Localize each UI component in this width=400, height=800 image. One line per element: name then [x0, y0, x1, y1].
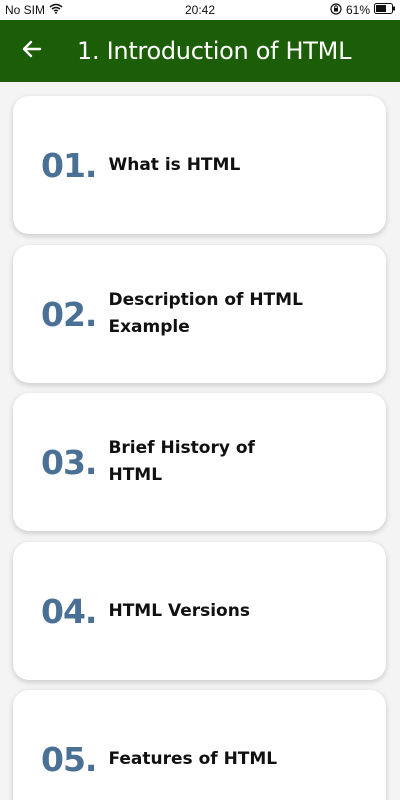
item-number: 05. [41, 739, 97, 779]
status-bar: No SIM 20:42 61% [0, 0, 400, 20]
list-item-3[interactable]: 03. Brief History of HTML [13, 393, 386, 531]
arrow-left-icon [22, 40, 42, 63]
list-item-1[interactable]: 01. What is HTML [13, 96, 386, 234]
list-item-2[interactable]: 02. Description of HTML Example [13, 245, 386, 383]
page-title: 1. Introduction of HTML [77, 37, 352, 65]
battery-percent: 61% [345, 3, 370, 17]
item-label: Description of HTML Example [108, 290, 303, 337]
lesson-list[interactable]: 01. What is HTML 02. Description of HTML… [0, 82, 400, 800]
wifi-icon [49, 3, 63, 17]
battery-icon [374, 3, 396, 17]
list-item-4[interactable]: 04. HTML Versions [13, 542, 386, 680]
list-item-5[interactable]: 05. Features of HTML [13, 690, 386, 800]
item-number: 04. [41, 591, 97, 631]
carrier-label: No SIM [5, 3, 46, 17]
back-button[interactable] [15, 34, 49, 68]
rotation-lock-icon [330, 2, 342, 18]
item-label: Brief History of HTML [108, 438, 255, 485]
item-number: 01. [41, 145, 97, 185]
item-number: 03. [41, 442, 97, 482]
item-label: Features of HTML [108, 748, 278, 769]
status-right: 61% [330, 2, 400, 18]
app-bar: 1. Introduction of HTML [0, 20, 400, 82]
item-number: 02. [41, 294, 97, 334]
status-left: No SIM [0, 3, 63, 17]
item-label: HTML Versions [108, 600, 250, 621]
item-label: What is HTML [108, 154, 241, 175]
